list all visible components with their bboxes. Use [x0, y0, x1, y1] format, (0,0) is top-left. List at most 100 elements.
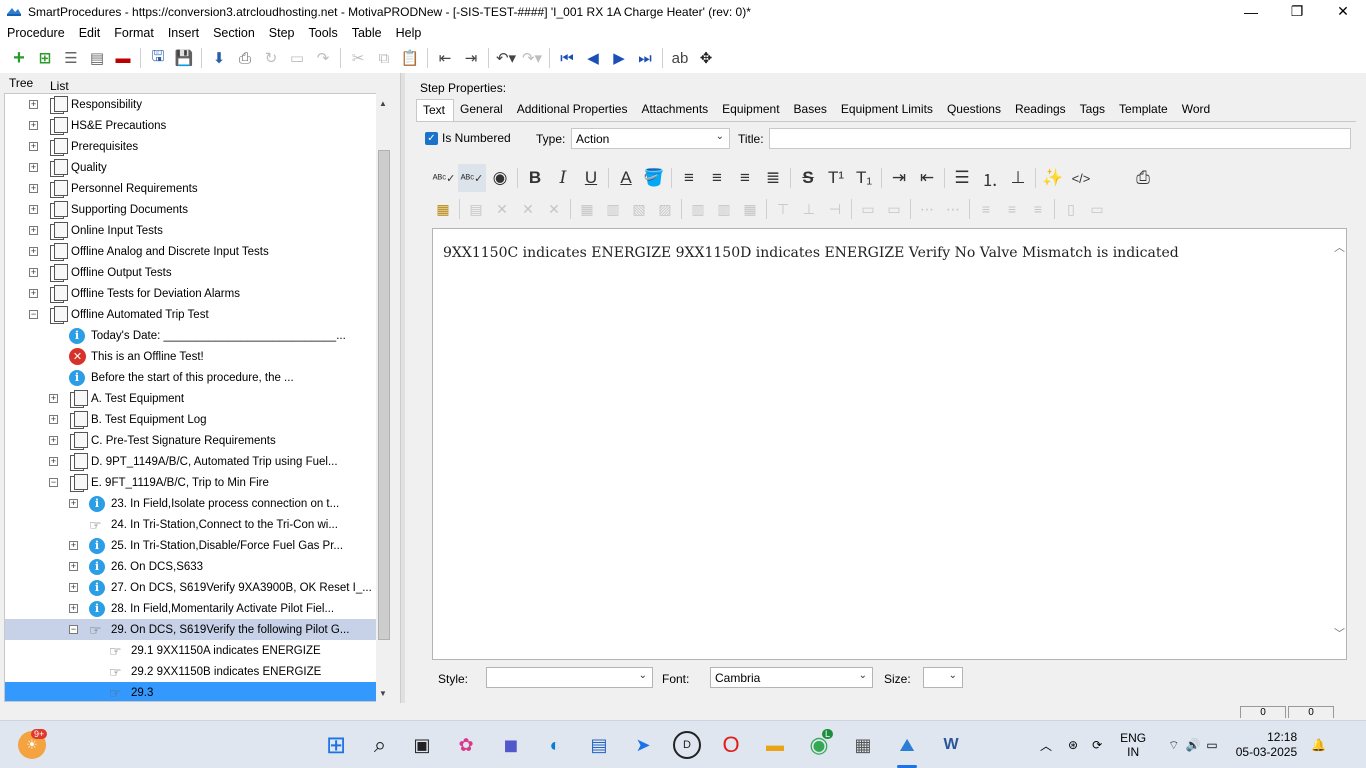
indent-icon[interactable]: ⇥	[885, 164, 913, 192]
row-alt-icon[interactable]: ▭	[881, 197, 907, 221]
tab-text[interactable]: Text	[416, 99, 455, 121]
first-icon[interactable]: ⏮	[554, 45, 580, 71]
word-icon[interactable]: W	[937, 731, 965, 759]
volume-icon[interactable]: 🔊	[1185, 738, 1200, 752]
menu-edit[interactable]: Edit	[79, 26, 101, 40]
align-bottom-icon[interactable]: ≡	[1025, 197, 1051, 221]
type-select[interactable]: Action ⌄	[571, 128, 730, 149]
outdent-icon[interactable]: ⇤	[913, 164, 941, 192]
tree-item[interactable]: + Offline Tests for Deviation Alarms	[5, 283, 376, 304]
menu-step[interactable]: Step	[269, 26, 295, 40]
delete-row-alt-icon[interactable]: ⊣	[822, 197, 848, 221]
tree-item[interactable]: + Personnel Requirements	[5, 178, 376, 199]
tree-item[interactable]: + i 27. On DCS, S619Verify 9XA3900B, OK Re…	[5, 577, 376, 598]
remove-icon[interactable]: ▬	[110, 45, 136, 71]
undo-icon[interactable]: ↶▾	[493, 45, 519, 71]
delete-row-icon[interactable]: ✕	[515, 197, 541, 221]
list-alt-icon[interactable]: ▤	[84, 45, 110, 71]
expand-icon[interactable]: +	[29, 121, 38, 130]
is-numbered-checkbox[interactable]: ✓ Is Numbered	[425, 131, 511, 145]
tab-list[interactable]: List	[50, 79, 69, 93]
tab-attachments[interactable]: Attachments	[635, 99, 716, 121]
tree-item[interactable]: − Offline Automated Trip Test	[5, 304, 376, 325]
delete-column-icon[interactable]: ✕	[541, 197, 567, 221]
expand-icon[interactable]: +	[29, 268, 38, 277]
tab-bases[interactable]: Bases	[788, 99, 835, 121]
menu-table[interactable]: Table	[352, 26, 382, 40]
tab-equipment-limits[interactable]: Equipment Limits	[835, 99, 941, 121]
title-input[interactable]	[769, 128, 1351, 149]
size-select[interactable]: ⌄	[923, 667, 963, 688]
expand-icon[interactable]: +	[69, 499, 78, 508]
network-status-icon[interactable]: ⊛	[1068, 738, 1078, 752]
tree-item[interactable]: − E. 9FT_1119A/B/C, Trip to Min Fire	[5, 472, 376, 493]
tree-item[interactable]: + Supporting Documents	[5, 199, 376, 220]
indent-icon[interactable]: ⇥	[458, 45, 484, 71]
tree-item[interactable]: i Before the start of this procedure, the…	[5, 367, 376, 388]
tab-word[interactable]: Word	[1176, 99, 1218, 121]
tree-scrollbar[interactable]: ▲ ▼	[376, 93, 392, 702]
expand-icon[interactable]: +	[29, 247, 38, 256]
tree-item[interactable]: + i 26. On DCS,S633	[5, 556, 376, 577]
previous-icon[interactable]: ◀	[580, 45, 606, 71]
tree-item[interactable]: + B. Test Equipment Log	[5, 409, 376, 430]
collapse-icon[interactable]: −	[69, 625, 78, 634]
expand-icon[interactable]: +	[29, 184, 38, 193]
tab-template[interactable]: Template	[1113, 99, 1176, 121]
tree-item[interactable]: + Responsibility	[5, 94, 376, 115]
close-button[interactable]: ✕	[1320, 0, 1366, 23]
magic-wand-icon[interactable]: ✨	[1039, 164, 1067, 192]
tree-item[interactable]: ✕ This is an Offline Test!	[5, 346, 376, 367]
notifications-icon[interactable]: 🔔	[1311, 738, 1326, 752]
tab-readings[interactable]: Readings	[1009, 99, 1074, 121]
search-icon[interactable]: ⌕	[366, 731, 394, 759]
cell-icon[interactable]: ▦	[574, 197, 600, 221]
tree-item[interactable]: + Prerequisites	[5, 136, 376, 157]
tree-item[interactable]: + i 23. In Field,Isolate process connectio…	[5, 493, 376, 514]
tree-item[interactable]: + Offline Analog and Discrete Input Tests	[5, 241, 376, 262]
highlight-icon[interactable]: 🪣	[640, 164, 668, 192]
tree-item[interactable]: + C. Pre-Test Signature Requirements	[5, 430, 376, 451]
column-alt-icon[interactable]: ⋯	[940, 197, 966, 221]
tree-item[interactable]: + i 28. In Field,Momentarily Activate Pilo…	[5, 598, 376, 619]
expand-icon[interactable]: +	[69, 562, 78, 571]
start-icon[interactable]: ⊞	[322, 731, 350, 759]
menu-procedure[interactable]: Procedure	[7, 26, 65, 40]
copy-icon[interactable]: ⧉	[371, 45, 397, 71]
opera-icon[interactable]: O	[717, 731, 745, 759]
record-icon[interactable]: ◉	[486, 164, 514, 192]
spellcheck-auto-icon[interactable]: ᴬᴮᶜ✓	[458, 164, 486, 192]
add-child-icon[interactable]: ⊞	[32, 45, 58, 71]
subscript-icon[interactable]: T₁	[850, 164, 878, 192]
insert-column-right-icon[interactable]: ▥	[711, 197, 737, 221]
file-explorer-icon[interactable]: ▬	[761, 731, 789, 759]
bullet-list-icon[interactable]: ☰	[948, 164, 976, 192]
print-icon[interactable]: ⎙	[1129, 164, 1157, 192]
align-middle-icon[interactable]: ≡	[999, 197, 1025, 221]
align-left-icon[interactable]: ≡	[675, 164, 703, 192]
tab-additional-properties[interactable]: Additional Properties	[511, 99, 636, 121]
strikethrough-icon[interactable]: S	[794, 164, 822, 192]
cut-icon[interactable]: ✂	[345, 45, 371, 71]
superscript-icon[interactable]: T¹	[822, 164, 850, 192]
dell-icon[interactable]: D	[673, 731, 701, 759]
scroll-thumb[interactable]	[378, 150, 390, 640]
style-select[interactable]: ⌄	[486, 667, 653, 688]
numbered-list-icon[interactable]: ⒈	[976, 164, 1004, 192]
checkmark-icon[interactable]: ✓	[425, 131, 438, 145]
outdent-icon[interactable]: ⇤	[432, 45, 458, 71]
expand-icon[interactable]: +	[29, 226, 38, 235]
justify-icon[interactable]: ≣	[759, 164, 787, 192]
copilot-icon[interactable]: ✿	[452, 731, 480, 759]
export-icon[interactable]: ⬇	[206, 45, 232, 71]
edge-icon[interactable]: ◐	[541, 731, 569, 759]
expand-icon[interactable]: +	[69, 583, 78, 592]
expand-icon[interactable]: +	[29, 205, 38, 214]
insert-table-icon[interactable]: ▦	[430, 197, 456, 221]
editor-content[interactable]: 9XX1150C indicates ENERGIZE 9XX1150D ind…	[443, 245, 1179, 261]
redo-dropdown-icon[interactable]: ↷▾	[519, 45, 545, 71]
html-source-icon[interactable]: </>	[1067, 164, 1095, 192]
expand-icon[interactable]: +	[29, 142, 38, 151]
tree-item[interactable]: − ☞ 29. On DCS, S619Verify the following P…	[5, 619, 376, 640]
cell-style-icon[interactable]: ▨	[652, 197, 678, 221]
